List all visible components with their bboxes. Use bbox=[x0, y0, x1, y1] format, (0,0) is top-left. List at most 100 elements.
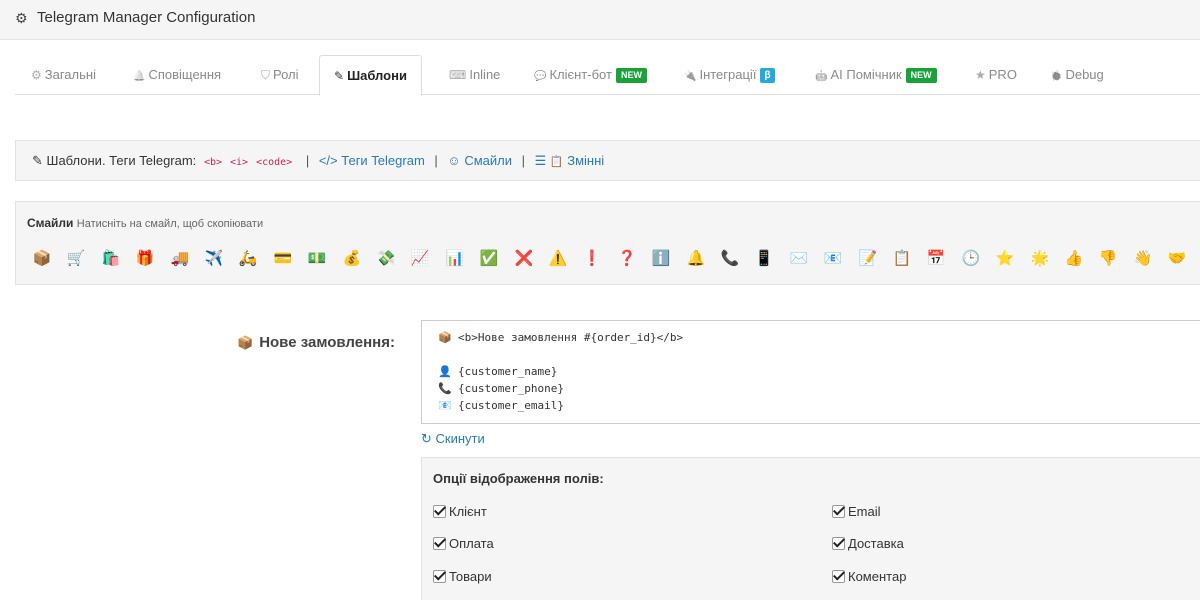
emoji-item[interactable]: 💳 bbox=[273, 248, 293, 268]
emoji-item[interactable]: 📅 bbox=[926, 248, 946, 268]
tab-label: Ролі bbox=[273, 67, 299, 82]
tag-code: <code> bbox=[256, 157, 293, 168]
tab-ai-assistant[interactable]: 🤖 AI Помічник NEW bbox=[815, 55, 937, 95]
variables-link[interactable]: ☰ 📋 Змінні bbox=[535, 153, 605, 168]
emoji-item[interactable]: 📦 bbox=[32, 248, 52, 268]
emoji-item[interactable]: 📞 bbox=[720, 248, 740, 268]
gear-icon: ⚙ bbox=[15, 10, 28, 26]
tab-label: AI Помічник bbox=[830, 67, 902, 82]
variables-link-label: Змінні bbox=[567, 153, 605, 168]
emoji-item[interactable]: ❗ bbox=[582, 248, 602, 268]
tab-templates[interactable]: ✎ Шаблони bbox=[319, 55, 422, 96]
edit-icon: ✎ bbox=[32, 153, 43, 168]
package-icon: 📦 bbox=[237, 335, 254, 350]
tab-integrations[interactable]: 🔌 Інтеграції β bbox=[684, 55, 775, 95]
option-delivery[interactable]: Доставка bbox=[832, 536, 904, 551]
tab-general[interactable]: ⚙ Загальні bbox=[31, 55, 96, 95]
package-icon: 📦 bbox=[438, 331, 452, 344]
option-comment[interactable]: Коментар bbox=[832, 569, 906, 584]
template-textarea[interactable]: 📦 <b>Нове замовлення #{order_id}</b> 👤 {cu… bbox=[421, 320, 1200, 424]
emoji-panel-title: Смайли bbox=[27, 216, 74, 230]
tag-italic: <i> bbox=[230, 157, 249, 168]
emoji-item[interactable]: 💰 bbox=[342, 248, 362, 268]
emoji-item[interactable]: ⭐ bbox=[995, 248, 1015, 268]
star-icon: ★ bbox=[975, 68, 986, 82]
tag-bold: <b> bbox=[203, 157, 222, 168]
tab-pro[interactable]: ★ PRO bbox=[975, 55, 1017, 95]
beta-badge: β bbox=[760, 68, 775, 83]
emoji-item[interactable]: 📈 bbox=[410, 248, 430, 268]
display-options-panel: Опції відображення полів: Клієнт Оплата … bbox=[421, 457, 1200, 600]
emoji-item[interactable]: 📊 bbox=[445, 248, 465, 268]
tab-debug[interactable]: 🐞 Debug bbox=[1050, 55, 1104, 95]
phone-icon: 📞 bbox=[438, 382, 452, 395]
emoji-item[interactable]: 🛵 bbox=[238, 248, 258, 268]
option-email[interactable]: Email bbox=[832, 504, 881, 519]
emoji-item[interactable]: 📱 bbox=[754, 248, 774, 268]
reset-button[interactable]: ↻ Скинути bbox=[421, 431, 485, 447]
checkbox[interactable] bbox=[433, 570, 446, 583]
option-label: Товари bbox=[449, 569, 492, 584]
emoji-item[interactable]: 👎 bbox=[1098, 248, 1118, 268]
template-label: 📦 Нове замовлення: bbox=[237, 334, 395, 351]
emoji-item[interactable]: ℹ️ bbox=[651, 248, 671, 268]
tab-notifications[interactable]: 🔔 Сповіщення bbox=[133, 55, 221, 95]
emoji-item[interactable]: 🕒 bbox=[961, 248, 981, 268]
emoji-item[interactable]: 💸 bbox=[376, 248, 396, 268]
checkbox[interactable] bbox=[832, 505, 845, 518]
emoji-item[interactable]: 🌟 bbox=[1030, 248, 1050, 268]
emoji-item[interactable]: 👍 bbox=[1064, 248, 1084, 268]
emoji-item[interactable]: ✈️ bbox=[204, 248, 224, 268]
new-badge: NEW bbox=[905, 68, 937, 83]
telegram-tags-link[interactable]: </> Теги Telegram bbox=[319, 153, 425, 168]
emoji-item[interactable]: 🛒 bbox=[66, 248, 86, 268]
checkbox[interactable] bbox=[433, 537, 446, 550]
emoji-item[interactable]: 🎁 bbox=[135, 248, 155, 268]
bell-icon: 🔔 bbox=[133, 71, 146, 82]
emoji-panel-hint: Натисніть на смайл, щоб скопіювати bbox=[76, 218, 264, 230]
android-icon: 🤖 bbox=[815, 71, 828, 82]
emoji-item[interactable]: 💵 bbox=[307, 248, 327, 268]
emoji-item[interactable]: 📝 bbox=[858, 248, 878, 268]
email-icon: 📧 bbox=[438, 399, 452, 412]
keyboard-icon: ⌨ bbox=[449, 68, 467, 82]
tab-roles[interactable]: ⛉ Ролі bbox=[261, 55, 299, 95]
emoji-item[interactable]: 🚚 bbox=[170, 248, 190, 268]
template-line: 👤 {customer_name} bbox=[438, 365, 557, 378]
tab-label: Debug bbox=[1065, 67, 1104, 82]
emoji-item[interactable]: ❓ bbox=[617, 248, 637, 268]
tab-label: PRO bbox=[988, 67, 1017, 82]
emoji-link[interactable]: ☺ Смайли bbox=[447, 153, 512, 168]
reset-label: Скинути bbox=[435, 431, 485, 446]
page-title: Telegram Manager Configuration bbox=[37, 9, 256, 26]
emoji-item[interactable]: 📧 bbox=[823, 248, 843, 268]
checkbox[interactable] bbox=[832, 570, 845, 583]
template-line: 📞 {customer_phone} bbox=[438, 382, 564, 395]
checkbox[interactable] bbox=[832, 537, 845, 550]
option-payment[interactable]: Оплата bbox=[433, 536, 494, 551]
emoji-item[interactable]: ✅ bbox=[479, 248, 499, 268]
emoji-item[interactable]: 👋 bbox=[1133, 248, 1153, 268]
emoji-link-label: Смайли bbox=[464, 153, 512, 168]
template-line-text: {customer_email} bbox=[458, 399, 564, 412]
option-products[interactable]: Товари bbox=[433, 569, 492, 584]
emoji-item[interactable]: 🔔 bbox=[686, 248, 706, 268]
emoji-panel: Смайли Натисніть на смайл, щоб скопіюват… bbox=[15, 201, 1200, 285]
clipboard-icon: 📋 bbox=[549, 156, 564, 168]
separator: | bbox=[305, 153, 310, 168]
emoji-item[interactable]: 🤝 bbox=[1167, 248, 1187, 268]
option-client[interactable]: Клієнт bbox=[433, 504, 487, 519]
tab-inline[interactable]: ⌨ Inline bbox=[449, 55, 500, 95]
user-icon: 👤 bbox=[438, 365, 452, 378]
emoji-item[interactable]: ⚠️ bbox=[548, 248, 568, 268]
emoji-item[interactable]: ✉️ bbox=[789, 248, 809, 268]
tab-client-bot[interactable]: 💬 Клієнт-бот NEW bbox=[534, 55, 647, 95]
tab-bar: ⚙ Загальні 🔔 Сповіщення ⛉ Ролі ✎ Шаблони ⌨ In… bbox=[15, 55, 1200, 96]
emoji-item[interactable]: 📋 bbox=[892, 248, 912, 268]
option-label: Коментар bbox=[848, 569, 907, 584]
emoji-item[interactable]: 🛍️ bbox=[101, 248, 121, 268]
tab-label: Інтеграції bbox=[699, 67, 757, 82]
emoji-item[interactable]: ❌ bbox=[514, 248, 534, 268]
checkbox[interactable] bbox=[433, 505, 446, 518]
code-icon: </> bbox=[318, 153, 338, 168]
